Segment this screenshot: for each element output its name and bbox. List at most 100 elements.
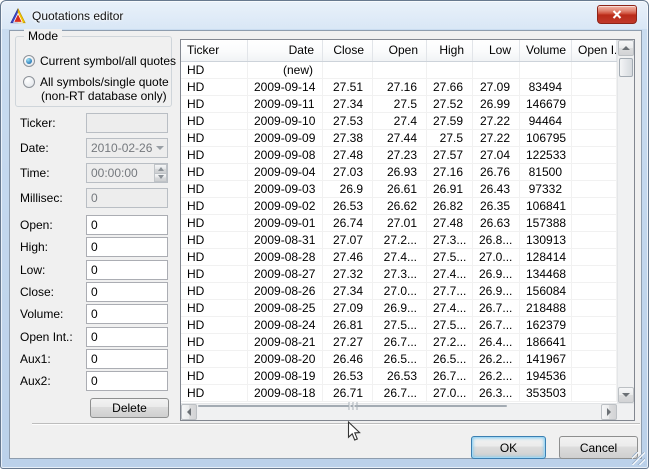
column-header-date[interactable]: Date bbox=[248, 40, 323, 61]
table-cell[interactable]: HD bbox=[181, 300, 248, 317]
table-cell[interactable] bbox=[572, 181, 617, 198]
table-cell[interactable]: HD bbox=[181, 164, 248, 181]
table-cell[interactable]: 27.4 bbox=[373, 113, 427, 130]
table-cell[interactable]: 2009-09-01 bbox=[248, 215, 323, 232]
aux2-input[interactable] bbox=[86, 371, 168, 391]
table-cell[interactable]: 2009-09-04 bbox=[248, 164, 323, 181]
table-cell[interactable] bbox=[572, 96, 617, 113]
table-cell[interactable]: 26.99 bbox=[473, 96, 520, 113]
close-button[interactable] bbox=[597, 5, 637, 24]
horizontal-scrollbar[interactable] bbox=[181, 403, 617, 420]
table-cell[interactable]: 2009-08-27 bbox=[248, 266, 323, 283]
table-cell[interactable] bbox=[572, 113, 617, 130]
delete-button[interactable]: Delete bbox=[90, 398, 169, 418]
table-cell[interactable]: 27.4... bbox=[427, 300, 473, 317]
table-cell[interactable]: 26.53 bbox=[323, 198, 373, 215]
table-cell[interactable]: 94464 bbox=[520, 113, 572, 130]
table-cell[interactable] bbox=[572, 283, 617, 300]
table-cell[interactable]: 27.22 bbox=[473, 113, 520, 130]
table-cell[interactable] bbox=[572, 300, 617, 317]
table-cell[interactable]: 26.46 bbox=[323, 351, 373, 368]
table-cell[interactable]: 2009-09-14 bbox=[248, 79, 323, 96]
table-row[interactable]: HD2009-09-0126.7427.0127.4826.63157388 bbox=[181, 215, 617, 232]
table-cell[interactable]: 2009-08-28 bbox=[248, 249, 323, 266]
table-cell[interactable]: 81500 bbox=[520, 164, 572, 181]
column-header-ticker[interactable]: Ticker bbox=[181, 40, 248, 61]
table-row[interactable]: HD2009-08-1826.7126.7...27.0...26.3...35… bbox=[181, 385, 617, 402]
table-cell[interactable]: 27.22 bbox=[473, 130, 520, 147]
table-row[interactable]: HD2009-09-1427.5127.1627.6627.0983494 bbox=[181, 79, 617, 96]
table-cell[interactable]: 26.3... bbox=[473, 385, 520, 402]
radio-current-symbol[interactable]: Current symbol/all quotes bbox=[23, 54, 176, 68]
table-cell[interactable]: 27.0... bbox=[373, 283, 427, 300]
table-cell[interactable]: 27.5 bbox=[373, 96, 427, 113]
table-cell[interactable] bbox=[572, 62, 617, 79]
table-row[interactable]: HD2009-08-2426.8127.5...27.5...26.7...16… bbox=[181, 317, 617, 334]
table-cell[interactable]: 26.91 bbox=[427, 181, 473, 198]
table-cell[interactable]: 26.9... bbox=[473, 266, 520, 283]
table-cell[interactable]: 218488 bbox=[520, 300, 572, 317]
table-cell[interactable]: 2009-08-26 bbox=[248, 283, 323, 300]
open-int-input[interactable] bbox=[86, 327, 168, 347]
table-row[interactable]: HD2009-09-0326.926.6126.9126.4397332 bbox=[181, 181, 617, 198]
table-row[interactable]: HD2009-09-0927.3827.4427.527.22106795 bbox=[181, 130, 617, 147]
table-cell[interactable]: HD bbox=[181, 334, 248, 351]
table-cell[interactable]: 27.09 bbox=[323, 300, 373, 317]
table-cell[interactable]: 27.27 bbox=[323, 334, 373, 351]
table-cell[interactable]: HD bbox=[181, 283, 248, 300]
table-cell[interactable]: 26.5... bbox=[427, 351, 473, 368]
table-cell[interactable] bbox=[572, 232, 617, 249]
table-cell[interactable]: 27.07 bbox=[323, 232, 373, 249]
table-row[interactable]: HD2009-08-1926.5326.5326.7...26.2...1945… bbox=[181, 368, 617, 385]
table-cell[interactable]: 27.01 bbox=[373, 215, 427, 232]
table-cell[interactable]: 2009-08-20 bbox=[248, 351, 323, 368]
table-cell[interactable] bbox=[572, 317, 617, 334]
table-cell[interactable]: 162379 bbox=[520, 317, 572, 334]
table-cell[interactable]: 130913 bbox=[520, 232, 572, 249]
table-cell[interactable]: 26.2... bbox=[473, 368, 520, 385]
table-cell[interactable]: 2009-09-03 bbox=[248, 181, 323, 198]
table-row[interactable]: HD2009-08-2527.0926.9...27.4...26.7...21… bbox=[181, 300, 617, 317]
table-cell[interactable]: 27.16 bbox=[373, 79, 427, 96]
table-cell[interactable]: HD bbox=[181, 198, 248, 215]
table-cell[interactable]: 83494 bbox=[520, 79, 572, 96]
table-cell[interactable]: 27.57 bbox=[427, 147, 473, 164]
table-cell[interactable]: 186641 bbox=[520, 334, 572, 351]
table-cell[interactable]: 26.53 bbox=[373, 368, 427, 385]
table-cell[interactable]: HD bbox=[181, 215, 248, 232]
table-cell[interactable]: 156084 bbox=[520, 283, 572, 300]
scroll-down-button[interactable] bbox=[618, 387, 634, 403]
table-cell[interactable]: 27.5 bbox=[427, 130, 473, 147]
table-cell[interactable]: 26.71 bbox=[323, 385, 373, 402]
horizontal-scrollbar-thumb[interactable] bbox=[198, 405, 507, 407]
table-cell[interactable]: 27.3... bbox=[427, 232, 473, 249]
table-cell[interactable] bbox=[572, 164, 617, 181]
scroll-up-button[interactable] bbox=[618, 40, 634, 56]
table-row[interactable]: HD2009-09-0827.4827.2327.5727.04122533 bbox=[181, 147, 617, 164]
table-cell[interactable]: 27.34 bbox=[323, 283, 373, 300]
radio-button-icon[interactable] bbox=[23, 55, 35, 67]
table-cell[interactable] bbox=[427, 62, 473, 79]
table-cell[interactable]: HD bbox=[181, 181, 248, 198]
resize-grip[interactable] bbox=[632, 452, 645, 465]
table-cell[interactable]: 2009-09-09 bbox=[248, 130, 323, 147]
table-row[interactable]: HD2009-08-3127.0727.2...27.3...26.8...13… bbox=[181, 232, 617, 249]
column-header-open[interactable]: Open bbox=[373, 40, 427, 61]
table-cell[interactable]: 2009-09-08 bbox=[248, 147, 323, 164]
table-cell[interactable]: 157388 bbox=[520, 215, 572, 232]
table-cell[interactable]: HD bbox=[181, 130, 248, 147]
table-cell[interactable]: 27.0... bbox=[473, 249, 520, 266]
table-cell[interactable]: HD bbox=[181, 249, 248, 266]
scroll-right-button[interactable] bbox=[601, 404, 617, 420]
table-cell[interactable]: 26.81 bbox=[323, 317, 373, 334]
table-cell[interactable]: 27.4... bbox=[373, 249, 427, 266]
table-cell[interactable]: 27.2... bbox=[427, 334, 473, 351]
table-cell[interactable]: 26.9... bbox=[373, 300, 427, 317]
table-cell[interactable]: HD bbox=[181, 62, 248, 79]
table-row[interactable]: HD2009-08-2727.3227.3...27.4...26.9...13… bbox=[181, 266, 617, 283]
table-row[interactable]: HD2009-08-2127.2726.7...27.2...26.4...18… bbox=[181, 334, 617, 351]
table-cell[interactable]: HD bbox=[181, 368, 248, 385]
table-cell[interactable] bbox=[572, 334, 617, 351]
radio-button-icon[interactable] bbox=[23, 76, 35, 88]
low-input[interactable] bbox=[86, 260, 168, 280]
